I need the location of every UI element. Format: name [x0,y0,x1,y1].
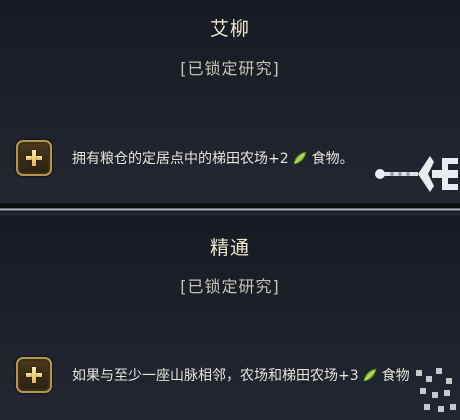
add-effect-button[interactable] [16,140,52,176]
research-title: 精通 [209,237,250,259]
add-effect-button[interactable] [16,357,52,393]
panel-divider [0,203,460,215]
research-entry-2: 精通 [已锁定研究] 如果与至少一座山脉相邻，农场和梯田农场+3 食物 [0,215,460,420]
food-leaf-icon [293,151,307,165]
research-entry-1: 艾柳 [已锁定研究] 拥有粮仓的定居点中的梯田农场+2 食物。 [0,0,460,203]
effect-text-main: 如果与至少一座山脉相邻，农场和梯田农场+3 [72,368,359,384]
research-title: 艾柳 [209,18,250,40]
effect-text-main: 拥有粮仓的定居点中的梯田农场+2 [72,151,289,167]
research-status: [已锁定研究] [180,59,280,78]
effect-text: 如果与至少一座山脉相邻，农场和梯田农场+3 食物 [72,365,410,385]
research-status: [已锁定研究] [180,277,280,296]
effect-row: 拥有粮仓的定居点中的梯田农场+2 食物。 [16,138,354,178]
watermark-ornament [416,368,456,412]
food-leaf-icon [363,368,377,382]
effect-row: 如果与至少一座山脉相邻，农场和梯田农场+3 食物 [16,355,410,395]
scroll-thumb-ornament[interactable] [372,148,460,198]
effect-text-resource: 食物。 [311,151,354,167]
effect-text: 拥有粮仓的定居点中的梯田农场+2 食物。 [72,148,354,168]
effect-text-resource: 食物 [381,368,410,384]
